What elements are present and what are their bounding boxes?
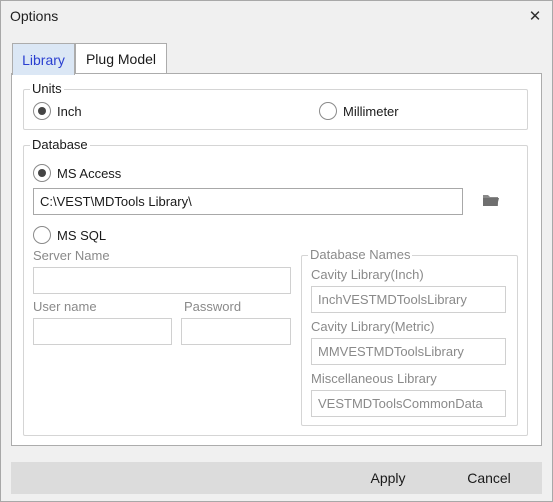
- cavity-inch-label: Cavity Library(Inch): [311, 267, 424, 282]
- millimeter-radio[interactable]: Millimeter: [319, 102, 399, 120]
- ms-access-radio-circle: [33, 164, 51, 182]
- misc-library-input[interactable]: VESTMDToolsCommonData: [311, 390, 506, 417]
- ms-sql-radio-label: MS SQL: [57, 227, 107, 243]
- close-button[interactable]: ✕: [524, 5, 546, 27]
- millimeter-radio-label: Millimeter: [343, 103, 399, 119]
- cancel-button[interactable]: Cancel: [445, 462, 533, 494]
- apply-button[interactable]: Apply: [344, 462, 432, 494]
- password-label: Password: [184, 299, 242, 314]
- library-tab-panel: Units Inch Millimeter Database MS Access…: [11, 73, 542, 446]
- units-group: Units Inch Millimeter: [23, 81, 528, 130]
- ms-access-radio[interactable]: MS Access: [33, 164, 121, 182]
- database-group: Database MS Access C:\VEST\MDTools Libra…: [23, 137, 528, 436]
- user-name-input[interactable]: [33, 318, 172, 345]
- access-path-input[interactable]: C:\VEST\MDTools Library\: [33, 188, 463, 215]
- window-title: Options: [10, 8, 59, 24]
- millimeter-radio-circle: [319, 102, 337, 120]
- folder-icon: [483, 195, 499, 206]
- browse-folder-button[interactable]: [482, 192, 504, 214]
- database-legend: Database: [30, 137, 90, 152]
- ms-access-radio-label: MS Access: [57, 165, 122, 181]
- database-names-group: Database Names Cavity Library(Inch) Inch…: [301, 247, 518, 426]
- cavity-inch-input[interactable]: InchVESTMDToolsLibrary: [311, 286, 506, 313]
- tab-library[interactable]: Library: [12, 43, 75, 75]
- inch-radio-circle: [33, 102, 51, 120]
- ms-sql-radio[interactable]: MS SQL: [33, 226, 106, 244]
- user-name-label: User name: [33, 299, 97, 314]
- cavity-metric-label: Cavity Library(Metric): [311, 319, 435, 334]
- title-bar: Options ✕: [1, 1, 552, 32]
- database-names-legend: Database Names: [308, 247, 413, 262]
- server-name-input[interactable]: [33, 267, 291, 294]
- password-input[interactable]: [181, 318, 291, 345]
- misc-library-label: Miscellaneous Library: [311, 371, 437, 386]
- inch-radio[interactable]: Inch: [33, 102, 82, 120]
- server-name-label: Server Name: [33, 248, 110, 263]
- ms-sql-radio-circle: [33, 226, 51, 244]
- tab-plug-model[interactable]: Plug Model: [75, 43, 167, 74]
- options-window: Options ✕ Library Plug Model Units Inch …: [0, 0, 553, 502]
- inch-radio-label: Inch: [57, 103, 82, 119]
- close-icon: ✕: [528, 8, 542, 25]
- dialog-footer: Apply Cancel: [11, 462, 542, 494]
- cavity-metric-input[interactable]: MMVESTMDToolsLibrary: [311, 338, 506, 365]
- units-legend: Units: [30, 81, 64, 96]
